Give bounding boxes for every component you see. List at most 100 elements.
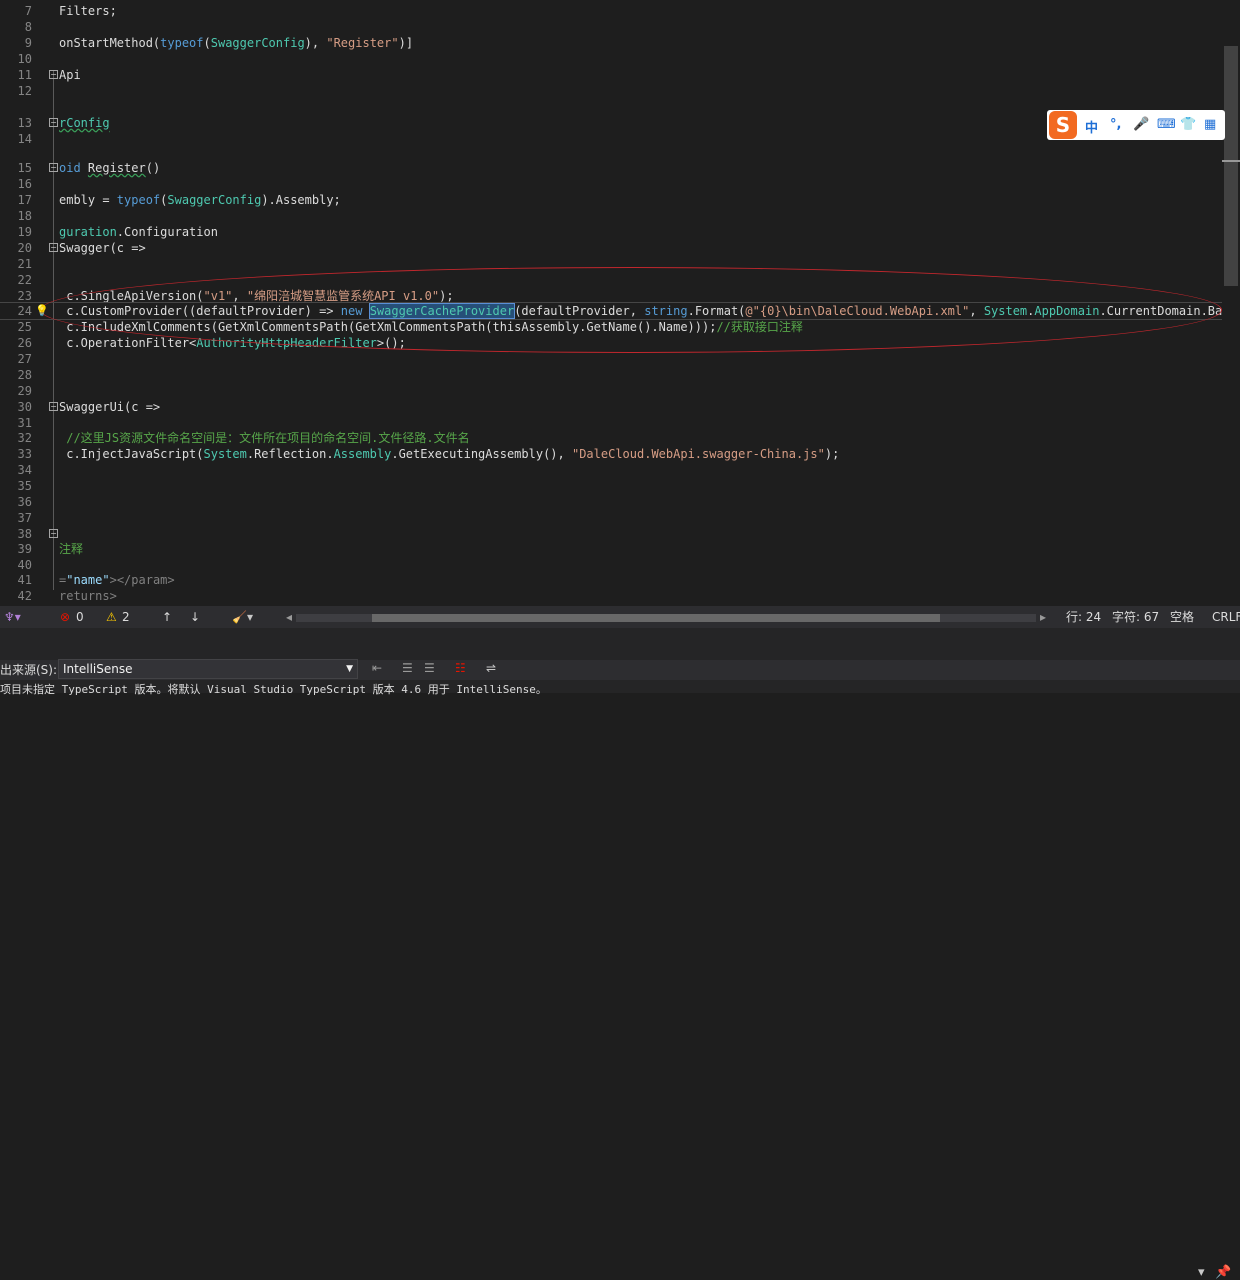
scroll-right-icon[interactable]: ▸ xyxy=(1040,609,1046,625)
code-line[interactable]: 25 c.IncludeXmlComments(GetXmlCommentsPa… xyxy=(0,319,1222,335)
code-line[interactable]: 36 xyxy=(0,494,1222,510)
code-text: Api xyxy=(59,67,81,83)
fold-toggle-icon[interactable]: − xyxy=(49,243,58,252)
code-line[interactable]: 32 //这里JS资源文件命名空间是：文件所在项目的命名空间.文件径路.文件名 xyxy=(0,430,1222,446)
code-token: (defaultProvider, xyxy=(514,304,645,318)
code-text: c.IncludeXmlComments(GetXmlCommentsPath(… xyxy=(59,319,803,335)
code-line[interactable]: 24 c.CustomProvider((defaultProvider) =>… xyxy=(0,302,1240,320)
code-text: SwaggerUi(c => xyxy=(59,399,160,415)
word-wrap-icon[interactable]: ⇌ xyxy=(486,661,496,675)
code-token: //获取接口注释 xyxy=(716,320,803,334)
code-line[interactable]: 22 xyxy=(0,272,1222,288)
goto-previous-icon[interactable]: ⇤ xyxy=(372,661,382,675)
error-icon[interactable]: ⊗ xyxy=(60,609,70,625)
code-line[interactable]: 40 xyxy=(0,557,1222,573)
line-number: 32 xyxy=(17,431,32,445)
code-line[interactable]: 41 ="name"></param> xyxy=(0,572,1222,588)
line-number: 27 xyxy=(17,352,32,366)
code-text: c.OperationFilter<AuthorityHttpHeaderFil… xyxy=(59,335,406,351)
code-line[interactable]: 13 − rConfig xyxy=(0,115,1222,131)
warning-count[interactable]: 2 xyxy=(122,609,130,625)
code-line[interactable]: 11 − Api xyxy=(0,67,1222,83)
code-token: .CurrentDomain.BaseDirectory))); xyxy=(1099,304,1240,318)
horizontal-scroll-thumb[interactable] xyxy=(372,614,940,622)
fold-toggle-icon[interactable]: − xyxy=(49,529,58,538)
goto-last-icon[interactable]: ☰ xyxy=(424,661,435,675)
code-line[interactable]: 23 c.SingleApiVersion("v1", "绵阳涪城智慧监管系统A… xyxy=(0,288,1222,304)
fold-toggle-icon[interactable]: − xyxy=(49,118,58,127)
code-line[interactable]: 30 − SwaggerUi(c => xyxy=(0,399,1222,415)
line-number: 14 xyxy=(17,132,32,146)
code-line[interactable]: 33 c.InjectJavaScript(System.Reflection.… xyxy=(0,446,1222,462)
line-number: 20 xyxy=(17,241,32,255)
line-number: 8 xyxy=(24,20,32,34)
code-editor[interactable]: 7 Filters; 8 9 onStartMethod(typeof(SwaggerC… xyxy=(0,0,1240,606)
keyboard-icon[interactable]: ⌨ xyxy=(1157,117,1176,132)
code-line[interactable]: 42 returns> xyxy=(0,588,1222,604)
whitespace-mode[interactable]: 空格 xyxy=(1170,609,1194,625)
code-line[interactable]: 10 xyxy=(0,51,1222,67)
line-number: 33 xyxy=(17,447,32,461)
code-line[interactable]: 9 onStartMethod(typeof(SwaggerConfig), "R… xyxy=(0,35,1222,51)
fold-toggle-icon[interactable]: − xyxy=(49,70,58,79)
sogou-logo-icon[interactable]: S xyxy=(1049,111,1077,139)
code-line[interactable]: 29 xyxy=(0,383,1222,399)
code-line[interactable]: 8 xyxy=(0,19,1222,35)
code-line[interactable]: 26 c.OperationFilter<AuthorityHttpHeader… xyxy=(0,335,1222,351)
line-ending[interactable]: CRLF xyxy=(1212,609,1240,625)
code-line[interactable]: 7 Filters; xyxy=(0,3,1222,19)
code-line[interactable]: 17 embly = typeof(SwaggerConfig).Assembly… xyxy=(0,192,1222,208)
code-line[interactable]: 31 xyxy=(0,415,1222,431)
code-line[interactable]: 15 − oid Register() xyxy=(0,160,1222,176)
code-line[interactable]: 27 xyxy=(0,351,1222,367)
horizontal-scrollbar[interactable] xyxy=(296,614,1036,622)
arrow-up-icon[interactable]: ↑ xyxy=(162,609,172,625)
code-text: rConfig xyxy=(59,115,110,131)
column-indicator[interactable]: 字符: 67 xyxy=(1112,609,1159,625)
line-number: 17 xyxy=(17,193,32,207)
code-line[interactable]: 34 xyxy=(0,462,1222,478)
code-line[interactable]: 14 xyxy=(0,131,1222,147)
punctuation-icon[interactable]: °, xyxy=(1110,117,1121,132)
pin-icon[interactable]: 📌 xyxy=(1215,1265,1231,1280)
fold-toggle-icon[interactable]: − xyxy=(49,402,58,411)
code-line[interactable]: 38 − xyxy=(0,526,1222,542)
code-line[interactable]: 21 xyxy=(0,256,1222,272)
code-token: ); xyxy=(824,447,840,461)
code-line[interactable]: 39 注释 xyxy=(0,541,1222,557)
error-count[interactable]: 0 xyxy=(76,609,84,625)
line-number: 7 xyxy=(24,4,32,18)
code-line[interactable]: 37 xyxy=(0,510,1222,526)
line-number: 25 xyxy=(17,320,32,334)
fold-toggle-icon[interactable]: − xyxy=(49,163,58,172)
clear-all-icon[interactable]: ☷ xyxy=(455,661,466,675)
chinese-mode-icon[interactable]: 中 xyxy=(1085,117,1098,136)
goto-next-icon[interactable]: ☰ xyxy=(402,661,413,675)
intellicode-icon[interactable]: ♆▾ xyxy=(4,609,21,625)
scroll-left-icon[interactable]: ◂ xyxy=(286,609,292,625)
code-line[interactable]: 12 xyxy=(0,83,1222,99)
lightbulb-icon[interactable]: 💡 xyxy=(35,304,49,317)
code-text: guration.Configuration xyxy=(59,224,218,240)
vertical-scroll-thumb[interactable] xyxy=(1224,46,1238,286)
microphone-icon[interactable]: 🎤 xyxy=(1133,117,1149,132)
toolbox-icon[interactable]: ▦ xyxy=(1204,117,1216,132)
cleanup-brush-icon[interactable]: 🧹▾ xyxy=(232,609,253,625)
ime-toolbar[interactable]: S 中 °, 🎤 ⌨ 👕 ▦ xyxy=(1047,110,1225,140)
code-line[interactable]: 28 xyxy=(0,367,1222,383)
arrow-down-icon[interactable]: ↓ xyxy=(190,609,200,625)
output-source-select[interactable]: IntelliSense ▼ xyxy=(58,659,358,679)
skin-icon[interactable]: 👕 xyxy=(1180,117,1196,132)
dropdown-icon[interactable]: ▾ xyxy=(1198,1265,1205,1280)
line-number: 10 xyxy=(17,52,32,66)
code-token: ), xyxy=(304,36,327,50)
code-line[interactable]: 18 xyxy=(0,208,1222,224)
code-line[interactable]: 16 xyxy=(0,176,1222,192)
code-line[interactable]: 20 − Swagger(c => xyxy=(0,240,1222,256)
code-line[interactable]: 19 guration.Configuration xyxy=(0,224,1222,240)
code-line[interactable]: 35 xyxy=(0,478,1222,494)
line-number: 31 xyxy=(17,416,32,430)
warning-icon[interactable]: ⚠ xyxy=(106,609,117,625)
line-indicator[interactable]: 行: 24 xyxy=(1066,609,1101,625)
editor-status-bar: ♆▾ ⊗ 0 ⚠ 2 ↑ ↓ 🧹▾ ◂ ▸ 行: 24 字符: 67 空格 CR… xyxy=(0,606,1240,628)
